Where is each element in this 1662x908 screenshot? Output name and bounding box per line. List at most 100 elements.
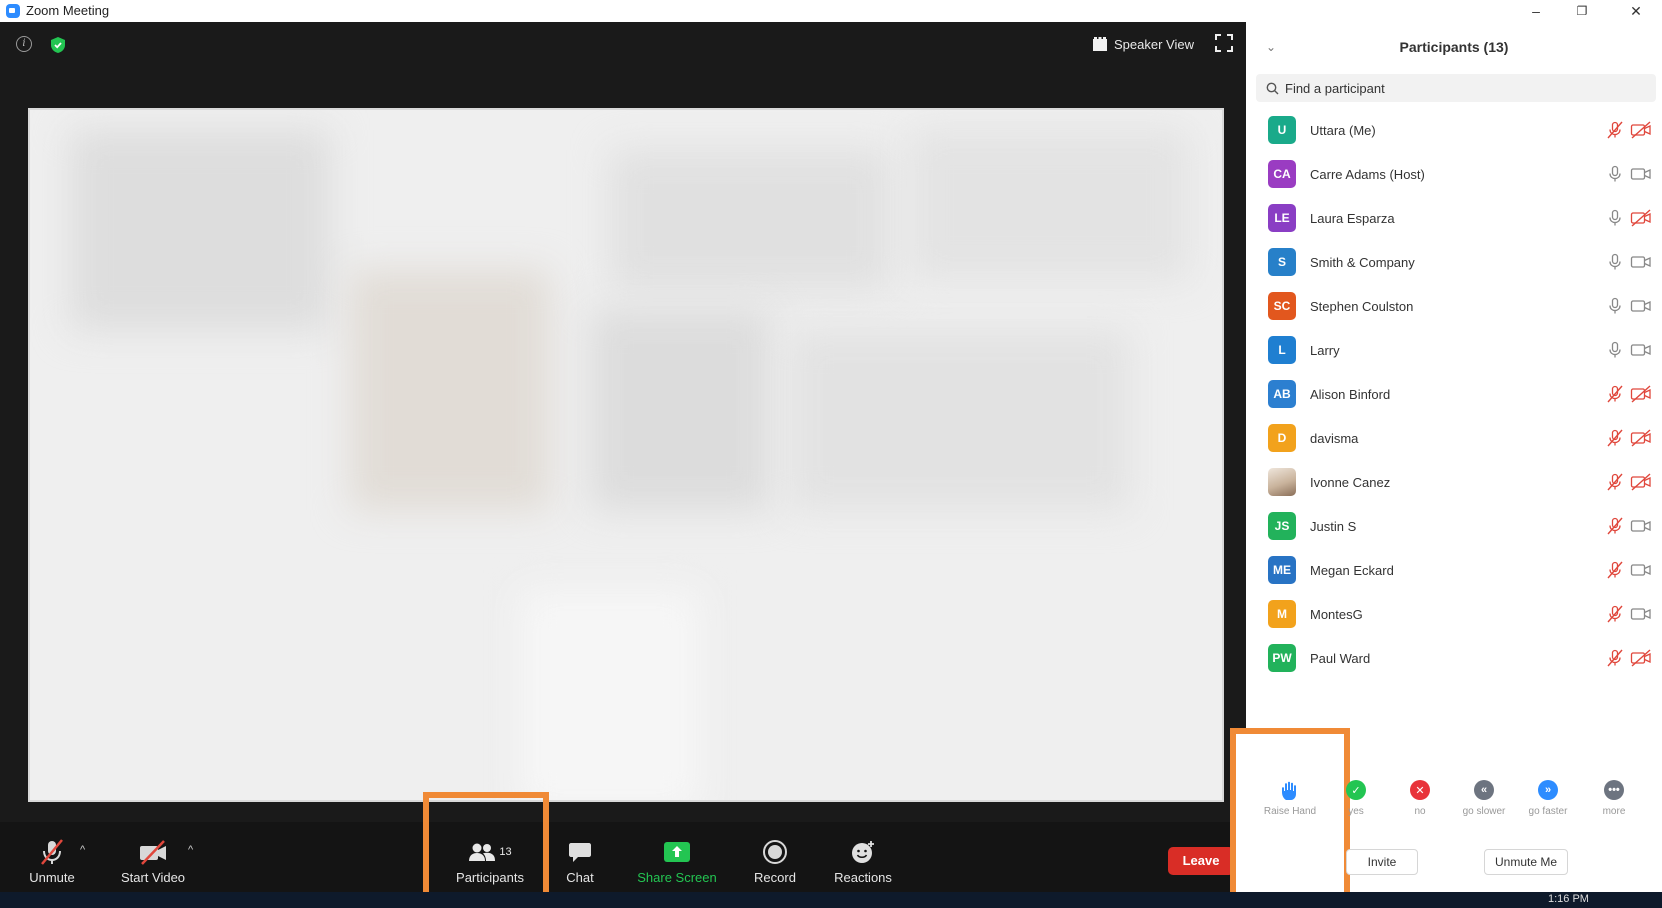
restore-button[interactable]: ❐ [1562, 0, 1602, 22]
participant-row[interactable]: JS Justin S [1256, 508, 1656, 544]
participant-avatar: SC [1268, 292, 1296, 320]
participant-name: Alison Binford [1310, 386, 1391, 402]
mic-muted-icon[interactable] [1606, 605, 1624, 623]
participant-avatar: LE [1268, 204, 1296, 232]
participant-name: Carre Adams (Host) [1310, 166, 1425, 182]
participant-row[interactable]: L Larry [1256, 332, 1656, 368]
unmute-button[interactable]: Unmute [22, 838, 82, 885]
more-label: more [1602, 806, 1626, 817]
minimize-button[interactable]: – [1516, 0, 1556, 22]
reactions-button[interactable]: Reactions [830, 838, 896, 885]
speaker-view-button[interactable]: Speaker View [1092, 33, 1194, 55]
participant-row[interactable]: ME Megan Eckard [1256, 552, 1656, 588]
participant-search[interactable] [1256, 74, 1656, 102]
participant-name: Smith & Company [1310, 254, 1415, 270]
search-icon [1266, 82, 1279, 94]
participant-row[interactable]: Ivonne Canez [1256, 464, 1656, 500]
speaker-view-label: Speaker View [1114, 36, 1194, 52]
mic-icon[interactable] [1606, 209, 1624, 227]
participant-name: Megan Eckard [1310, 562, 1394, 578]
share-screen-button[interactable]: Share Screen [632, 838, 722, 885]
participant-avatar: M [1268, 600, 1296, 628]
rewind-icon: « [1474, 780, 1494, 800]
reactions-smiley-icon [850, 838, 876, 866]
participant-row[interactable]: SC Stephen Coulston [1256, 288, 1656, 324]
video-options-caret[interactable]: ^ [188, 844, 193, 856]
fullscreen-icon[interactable] [1215, 34, 1233, 52]
no-button[interactable]: ✕ no [1390, 780, 1450, 817]
start-video-button[interactable]: Start Video [114, 838, 192, 885]
panel-title: Participants (13) [1399, 39, 1509, 55]
mic-icon[interactable] [1606, 253, 1624, 271]
participant-row[interactable]: U Uttara (Me) [1256, 112, 1656, 148]
raise-hand-highlight-box [1230, 728, 1350, 908]
invite-button[interactable]: Invite [1346, 849, 1418, 875]
taskbar-clock: 1:16 PM [1548, 893, 1589, 905]
video-off-icon [1630, 429, 1652, 447]
leave-button[interactable]: Leave [1168, 847, 1234, 875]
go-faster-button[interactable]: » go faster [1518, 780, 1578, 817]
check-icon: ✓ [1346, 780, 1366, 800]
participant-avatar: S [1268, 248, 1296, 276]
collapse-chevron-icon[interactable]: ⌄ [1266, 40, 1276, 54]
more-button[interactable]: ••• more [1584, 780, 1644, 817]
mic-muted-icon[interactable] [1606, 121, 1624, 139]
mic-muted-icon[interactable] [1606, 385, 1624, 403]
go-faster-label: go faster [1528, 806, 1568, 817]
close-window-button[interactable]: ✕ [1616, 0, 1656, 22]
chat-icon [568, 838, 592, 866]
muted-mic-icon [39, 838, 65, 866]
participant-name: Paul Ward [1310, 650, 1371, 666]
record-button[interactable]: Record [750, 838, 800, 885]
participant-avatar: U [1268, 116, 1296, 144]
blurred-background [520, 590, 700, 800]
mic-icon[interactable] [1606, 297, 1624, 315]
participant-row[interactable]: S Smith & Company [1256, 244, 1656, 280]
fast-forward-icon: » [1538, 780, 1558, 800]
yes-button[interactable]: ✓ yes [1326, 780, 1386, 817]
mic-icon[interactable] [1606, 165, 1624, 183]
record-icon [762, 838, 788, 866]
mic-muted-icon[interactable] [1606, 429, 1624, 447]
blurred-background [790, 330, 1130, 510]
participant-avatar: L [1268, 336, 1296, 364]
participant-row[interactable]: Ddavisma [1256, 420, 1656, 456]
participant-avatar: D [1268, 424, 1296, 452]
chat-button[interactable]: Chat [560, 838, 600, 885]
grid-icon [1093, 37, 1107, 51]
go-slower-button[interactable]: « go slower [1454, 780, 1514, 817]
title-bar [0, 0, 1662, 22]
participant-row[interactable]: CA Carre Adams (Host) [1256, 156, 1656, 192]
audio-options-caret[interactable]: ^ [80, 844, 85, 856]
unmute-me-button[interactable]: Unmute Me [1484, 849, 1568, 875]
participant-row[interactable]: M MontesG [1256, 596, 1656, 632]
participant-row[interactable]: AB Alison Binford [1256, 376, 1656, 412]
search-input[interactable] [1285, 80, 1645, 96]
participant-row[interactable]: PW Paul Ward [1256, 640, 1656, 676]
blurred-background [70, 130, 330, 330]
mic-icon[interactable] [1606, 341, 1624, 359]
invite-label: Invite [1367, 855, 1397, 869]
zoom-app-icon [6, 4, 20, 18]
video-icon [1630, 253, 1652, 271]
mic-muted-icon[interactable] [1606, 561, 1624, 579]
participants-highlight-box [423, 792, 549, 908]
video-tile [28, 108, 1224, 802]
unmute-me-label: Unmute Me [1494, 855, 1558, 869]
participant-name: Uttara (Me) [1310, 122, 1376, 138]
participant-name: Justin S [1310, 518, 1357, 534]
video-off-icon [1630, 473, 1652, 491]
share-screen-icon [663, 838, 691, 866]
encryption-shield-icon[interactable] [50, 36, 66, 54]
raise-hand-button[interactable]: Raise Hand [1260, 780, 1320, 817]
info-icon[interactable]: i [16, 36, 32, 52]
more-dots-icon: ••• [1604, 780, 1624, 800]
mic-muted-icon[interactable] [1606, 517, 1624, 535]
mic-muted-icon[interactable] [1606, 649, 1624, 667]
participant-name: Ivonne Canez [1310, 474, 1391, 490]
yes-label: yes [1348, 806, 1364, 817]
windows-taskbar [0, 892, 1662, 908]
participant-row[interactable]: LE Laura Esparza [1256, 200, 1656, 236]
raised-hand-icon [1282, 781, 1296, 800]
mic-muted-icon[interactable] [1606, 473, 1624, 491]
